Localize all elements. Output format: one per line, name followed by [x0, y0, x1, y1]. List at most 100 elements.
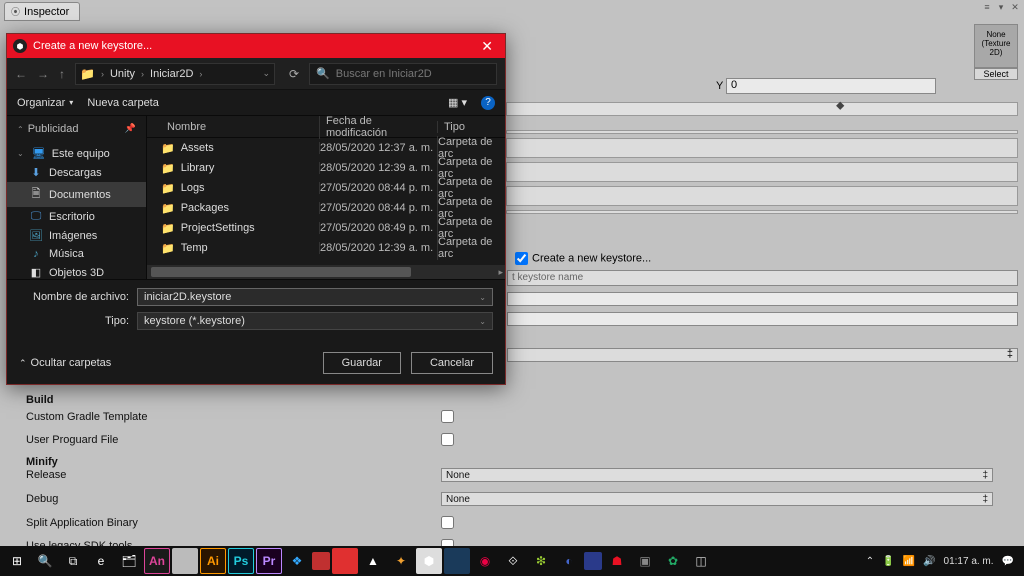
taskview-icon[interactable]: ⧉	[60, 548, 86, 574]
section-divider	[506, 210, 1018, 214]
app-icon[interactable]: ☗	[604, 548, 630, 574]
app-icon[interactable]	[584, 552, 602, 570]
vlc-icon[interactable]: ▲	[360, 548, 386, 574]
start-button[interactable]: ⊞	[4, 548, 30, 574]
texture-slot[interactable]: None (Texture 2D)	[974, 24, 1018, 68]
section-divider	[506, 130, 1018, 134]
tray-battery-icon[interactable]: 🔋	[882, 556, 894, 567]
nav-up-icon[interactable]: ↑	[59, 67, 65, 81]
browse-keystore-field[interactable]: t keystore name	[507, 270, 1018, 286]
keystore-password[interactable]	[507, 292, 1018, 306]
search-input[interactable]: 🔍 Buscar en Iniciar2D	[309, 63, 497, 85]
alias-dropdown[interactable]: ‡	[507, 348, 1018, 362]
nav-forward-icon[interactable]: →	[37, 67, 49, 81]
create-keystore-checkbox[interactable]: Create a new keystore...	[515, 252, 651, 265]
sidebar-item[interactable]: ◧Objetos 3D	[7, 263, 146, 279]
app-icon[interactable]	[312, 552, 330, 570]
unity-icon: ⬢	[13, 39, 27, 53]
hide-folders-toggle[interactable]: ⌃Ocultar carpetas	[19, 357, 111, 369]
keystore-password-confirm[interactable]	[507, 312, 1018, 326]
section-row	[506, 138, 1018, 158]
steam-icon[interactable]	[444, 548, 470, 574]
taskbar-clock[interactable]: 01:17 a. m.	[944, 556, 994, 567]
view-options-icon[interactable]: ▦ ▾	[448, 96, 467, 109]
new-folder-button[interactable]: Nueva carpeta	[87, 97, 159, 109]
tray-wifi-icon[interactable]: 📶	[903, 556, 915, 567]
tray-volume-icon[interactable]: 🔊	[923, 556, 935, 567]
app-icon[interactable]: ▣	[632, 548, 658, 574]
file-row[interactable]: 📁Assets28/05/2020 12:37 a. m.Carpeta de …	[147, 138, 505, 158]
app-icon[interactable]: ◐	[556, 548, 582, 574]
column-date[interactable]: Fecha de modificación	[319, 116, 437, 139]
debug-select[interactable]: None‡	[441, 492, 993, 506]
column-name[interactable]: Nombre	[161, 121, 319, 133]
slider-track[interactable]	[506, 102, 1018, 116]
window-controls: ≡▾✕	[980, 2, 1022, 16]
tray-chevron-icon[interactable]: ⌃	[866, 556, 874, 567]
opera-icon[interactable]	[332, 548, 358, 574]
inspector-tab[interactable]: Inspector	[4, 2, 80, 21]
sidebar-item[interactable]: ⬇Descargas	[7, 163, 146, 182]
animate-icon[interactable]: An	[144, 548, 170, 574]
app-icon[interactable]: ◫	[688, 548, 714, 574]
file-row[interactable]: 📁Library28/05/2020 12:39 a. m.Carpeta de…	[147, 158, 505, 178]
nav-back-icon[interactable]: ←	[15, 67, 27, 81]
illustrator-icon[interactable]: Ai	[200, 548, 226, 574]
breadcrumb[interactable]: 📁 › Unity › Iniciar2D › ⌄	[75, 63, 275, 85]
app-icon[interactable]	[172, 548, 198, 574]
dialog-titlebar[interactable]: ⬢ Create a new keystore... ✕	[7, 34, 505, 58]
app-icon[interactable]: ❖	[284, 548, 310, 574]
split-label: Split Application Binary	[26, 517, 441, 529]
app-icon[interactable]: ❇	[528, 548, 554, 574]
sidebar-group[interactable]: ⌃Publicidad📌	[7, 120, 146, 138]
folder-icon: 📁	[161, 202, 175, 215]
filename-input[interactable]: iniciar2D.keystore⌄	[137, 288, 493, 306]
file-row[interactable]: 📁Logs27/05/2020 08:44 p. m.Carpeta de ar…	[147, 178, 505, 198]
chevron-down-icon[interactable]: ⌄	[262, 68, 270, 79]
texture-select-button[interactable]: Select	[974, 68, 1018, 80]
sidebar: ⌃Publicidad📌 ⌄🖥Este equipo⬇Descargas🗎Doc…	[7, 116, 147, 279]
folder-icon: 📁	[161, 222, 175, 235]
sidebar-item[interactable]: 🗎Documentos	[7, 182, 146, 207]
proguard-checkbox[interactable]	[441, 433, 454, 446]
explorer-icon[interactable]: 🗂	[116, 548, 142, 574]
app-icon[interactable]: ✿	[660, 548, 686, 574]
premiere-icon[interactable]: Pr	[256, 548, 282, 574]
folder-icon: 📁	[161, 142, 175, 155]
unity-icon[interactable]: ⬢	[416, 548, 442, 574]
column-type[interactable]: Tipo	[437, 121, 505, 133]
photoshop-icon[interactable]: Ps	[228, 548, 254, 574]
vscode-icon[interactable]: ⟐	[500, 548, 526, 574]
save-dialog: ⬢ Create a new keystore... ✕ ← → ↑ 📁 › U…	[6, 33, 506, 385]
filename-label: Nombre de archivo:	[19, 291, 129, 303]
refresh-icon[interactable]: ⟳	[289, 67, 299, 81]
folder-icon: 🖼	[29, 229, 43, 242]
app-icon[interactable]: ✦	[388, 548, 414, 574]
sidebar-item[interactable]: 🖼Imágenes	[7, 226, 146, 245]
section-row	[506, 162, 1018, 182]
help-icon[interactable]: ?	[481, 96, 495, 110]
slider-thumb-icon[interactable]: ⬥	[836, 98, 844, 113]
sidebar-item[interactable]: ⌄🖥Este equipo	[7, 144, 146, 163]
file-row[interactable]: 📁ProjectSettings27/05/2020 08:49 p. m.Ca…	[147, 218, 505, 238]
horizontal-scrollbar[interactable]: ▸	[147, 265, 505, 279]
close-icon[interactable]: ✕	[475, 38, 499, 55]
cancel-button[interactable]: Cancelar	[411, 352, 493, 374]
release-select[interactable]: None‡	[441, 468, 993, 482]
file-row[interactable]: 📁Packages27/05/2020 08:44 p. m.Carpeta d…	[147, 198, 505, 218]
gradle-label: Custom Gradle Template	[26, 411, 441, 423]
search-icon: 🔍	[316, 67, 330, 80]
edge-icon[interactable]: e	[88, 548, 114, 574]
gradle-checkbox[interactable]	[441, 410, 454, 423]
filetype-select[interactable]: keystore (*.keystore)⌄	[137, 312, 493, 330]
save-button[interactable]: Guardar	[323, 352, 401, 374]
sidebar-item[interactable]: 🖵Escritorio	[7, 207, 146, 226]
app-icon[interactable]: ◉	[472, 548, 498, 574]
file-row[interactable]: 📁Temp28/05/2020 12:39 a. m.Carpeta de ar…	[147, 238, 505, 258]
notifications-icon[interactable]: 💬	[1002, 556, 1014, 567]
organize-menu[interactable]: Organizar▾	[17, 97, 73, 109]
split-checkbox[interactable]	[441, 516, 454, 529]
search-icon[interactable]: 🔍	[32, 548, 58, 574]
sidebar-item[interactable]: ♪Música	[7, 245, 146, 263]
y-input[interactable]: 0	[726, 78, 936, 94]
